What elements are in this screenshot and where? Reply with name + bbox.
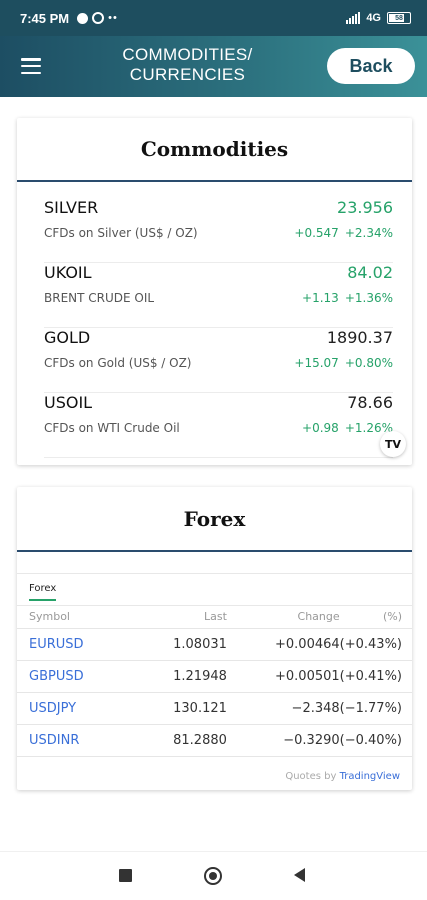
commodity-symbol: GOLD <box>44 328 91 347</box>
home-icon[interactable] <box>204 867 222 885</box>
page-title-line2: CURRENCIES <box>129 65 246 84</box>
commodity-symbol: UKOIL <box>44 263 92 282</box>
forex-pct: (−0.40%) <box>339 724 412 757</box>
forex-table: Symbol Last Change (%) EURUSD 1.08031 +0… <box>17 606 412 757</box>
battery-level: 58 <box>395 14 403 22</box>
tradingview-link[interactable]: TradingView <box>340 771 400 782</box>
commodity-change: +1.13 +1.36% <box>302 291 393 305</box>
commodity-change: +0.98 +1.26% <box>302 421 393 435</box>
system-nav-bar <box>0 851 427 900</box>
column-header-change: Change <box>226 606 340 629</box>
commodity-change: +15.07 +0.80% <box>294 356 393 370</box>
commodity-change: +0.547 +2.34% <box>294 226 393 240</box>
forex-symbol-link[interactable]: USDJPY <box>17 692 134 725</box>
forex-pct: (+0.41%) <box>339 660 412 693</box>
commodities-card: Commodities SILVER CFDs on Silver (US$ /… <box>17 118 412 465</box>
forex-change: −2.348 <box>226 692 340 725</box>
battery-icon: 58 <box>387 12 411 24</box>
page-title: COMMODITIES/ CURRENCIES <box>100 45 275 85</box>
commodity-description: CFDs on Gold (US$ / OZ) <box>44 356 192 370</box>
commodity-description: CFDs on WTI Crude Oil <box>44 421 180 435</box>
forex-change: −0.3290 <box>226 724 340 757</box>
notification-icon <box>77 12 89 24</box>
forex-symbol-link[interactable]: GBPUSD <box>17 660 134 693</box>
table-row[interactable]: USDINR 81.2880 −0.3290 (−0.40%) <box>17 724 412 757</box>
column-header-pct: (%) <box>339 606 412 629</box>
column-header-last: Last <box>133 606 227 629</box>
forex-title: Forex <box>183 507 246 531</box>
commodity-description: BRENT CRUDE OIL <box>44 291 155 305</box>
commodity-row-gold[interactable]: GOLD CFDs on Gold (US$ / OZ) 1890.37 +15… <box>44 328 393 393</box>
column-header-symbol: Symbol <box>17 606 134 629</box>
forex-symbol-link[interactable]: USDINR <box>17 724 134 757</box>
whatsapp-icon <box>92 12 105 24</box>
commodity-row-usoil[interactable]: USOIL CFDs on WTI Crude Oil 78.66 +0.98 +… <box>44 393 393 458</box>
quotes-attribution: Quotes by TradingView <box>285 771 400 782</box>
commodity-symbol: SILVER <box>44 198 99 217</box>
forex-change: +0.00464 <box>226 628 340 661</box>
table-header-row: Symbol Last Change (%) <box>17 606 412 629</box>
status-time: 7:45 PM <box>20 10 70 26</box>
forex-pct: (−1.77%) <box>339 692 412 725</box>
commodity-price: 1890.37 <box>326 328 393 347</box>
network-type: 4G <box>366 12 381 24</box>
commodity-row-silver[interactable]: SILVER CFDs on Silver (US$ / OZ) 23.956 … <box>44 198 393 263</box>
forex-last: 1.08031 <box>133 628 227 661</box>
more-notifications-icon: •• <box>108 12 118 24</box>
commodity-row-ukoil[interactable]: UKOIL BRENT CRUDE OIL 84.02 +1.13 +1.36% <box>44 263 393 328</box>
forex-change: +0.00501 <box>226 660 340 693</box>
back-button[interactable]: Back <box>327 48 415 84</box>
app-bar: COMMODITIES/ CURRENCIES Back <box>0 36 427 97</box>
commodities-title: Commodities <box>140 137 289 161</box>
table-row[interactable]: EURUSD 1.08031 +0.00464 (+0.43%) <box>17 628 412 661</box>
system-back-icon[interactable] <box>294 868 305 882</box>
commodity-price: 78.66 <box>347 393 393 412</box>
status-bar: 7:45 PM •• 4G 58 <box>0 0 427 36</box>
commodity-price: 84.02 <box>347 263 393 282</box>
commodities-divider <box>17 180 412 182</box>
tab-forex[interactable]: Forex <box>29 583 57 601</box>
table-row[interactable]: GBPUSD 1.21948 +0.00501 (+0.41%) <box>17 660 412 693</box>
commodity-description: CFDs on Silver (US$ / OZ) <box>44 226 198 240</box>
forex-card: Forex Forex Symbol Last Change (%) EURUS… <box>17 487 412 790</box>
signal-icon <box>346 12 361 24</box>
hamburger-menu-icon[interactable] <box>21 58 41 74</box>
forex-last: 81.2880 <box>133 724 227 757</box>
forex-pct: (+0.43%) <box>339 628 412 661</box>
commodity-price: 23.956 <box>337 198 393 217</box>
forex-last: 1.21948 <box>133 660 227 693</box>
commodity-symbol: USOIL <box>44 393 93 412</box>
tradingview-logo-icon[interactable]: TV <box>380 431 406 457</box>
forex-last: 130.121 <box>133 692 227 725</box>
page-title-line1: COMMODITIES/ <box>122 45 253 64</box>
forex-symbol-link[interactable]: EURUSD <box>17 628 134 661</box>
recent-apps-icon[interactable] <box>119 869 132 882</box>
table-row[interactable]: USDJPY 130.121 −2.348 (−1.77%) <box>17 692 412 725</box>
